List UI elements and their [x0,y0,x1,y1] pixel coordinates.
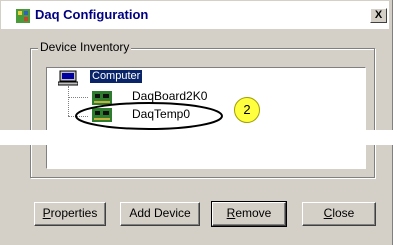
app-icon [16,9,30,23]
close-window-button[interactable]: X [370,8,387,23]
step-callout: 2 [234,97,260,123]
image-cut-gap [0,130,398,145]
add-device-button[interactable]: Add Device [120,202,200,226]
tree-node-computer[interactable]: Computer [90,70,143,83]
remove-button[interactable]: Remove [211,201,287,227]
window-title: Daq Configuration [35,7,149,22]
computer-icon [58,70,78,86]
group-label: Device Inventory [38,40,132,54]
highlight-ellipse [75,102,223,130]
tree-connector [68,97,88,98]
tree-connector [68,86,69,116]
title-bar[interactable]: Daq Configuration X [1,1,389,29]
dialog-window: Daq Configuration X Device Inventory Com… [0,0,398,245]
close-button[interactable]: Close [302,202,376,226]
properties-button[interactable]: Properties [34,202,106,226]
close-icon: X [374,9,383,21]
